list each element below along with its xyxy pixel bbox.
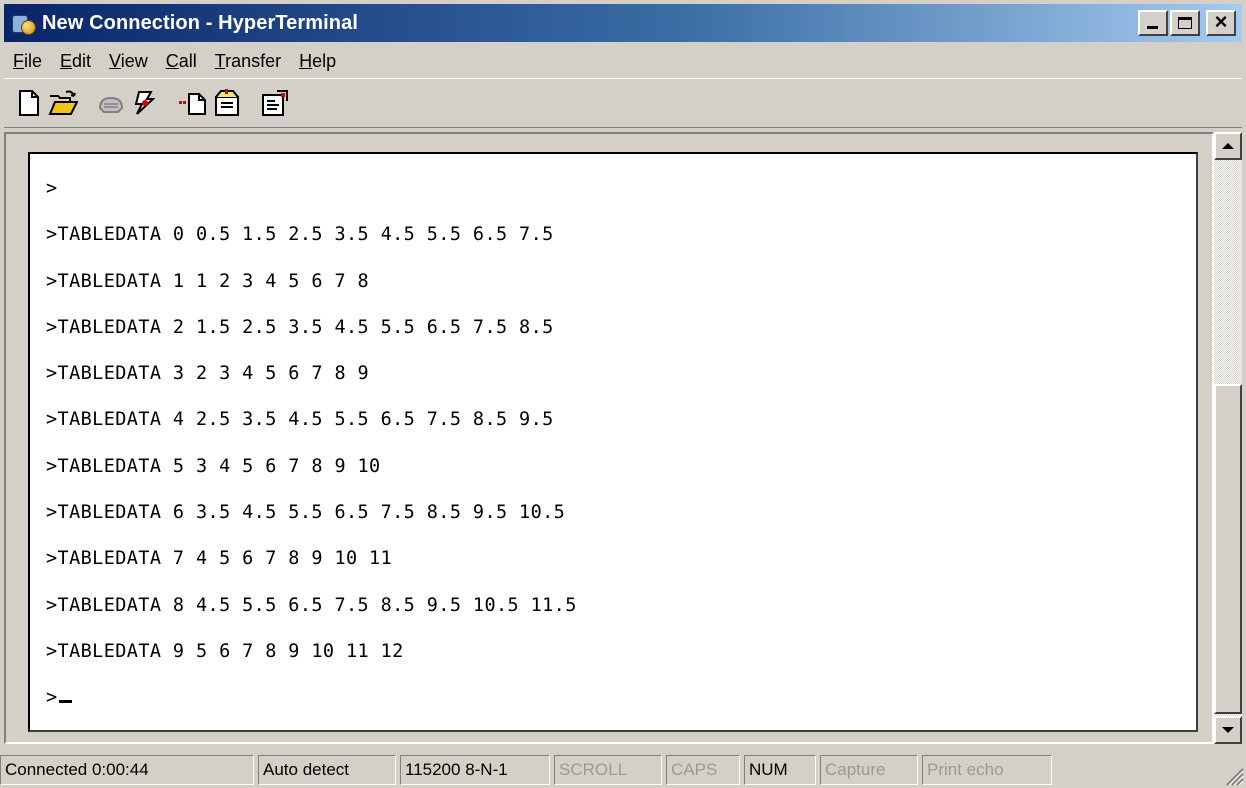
resize-grip-icon[interactable] [1222,764,1244,786]
terminal-output: > >TABLEDATA 0 0.5 1.5 2.5 3.5 4.5 5.5 6… [46,166,577,722]
send-icon [179,93,206,115]
menu-bar: File Edit View Call Transfer Help [4,44,345,78]
menu-file-accel: F [13,50,24,71]
menu-edit[interactable]: Edit [51,51,100,72]
menu-transfer-label: ransfer [225,50,282,71]
terminal-line: > [46,178,58,199]
scroll-thumb[interactable] [1214,384,1242,714]
hyperterminal-app-icon[interactable] [12,11,36,35]
new-connection-button[interactable] [12,86,46,120]
minimize-button[interactable] [1138,10,1168,36]
text-cursor [58,700,72,704]
terminal-line: >TABLEDATA 7 4 5 6 7 8 9 10 11 [46,548,393,570]
open-icon [48,90,78,115]
title-bar[interactable]: New Connection - HyperTerminal × [4,4,1242,42]
status-connected: Connected 0:00:44 [0,755,254,785]
properties-icon [262,90,288,116]
menu-help-accel: H [299,50,313,71]
maximize-icon [1178,17,1192,29]
menu-file[interactable]: File [4,51,51,72]
terminal-line: >TABLEDATA 8 4.5 5.5 6.5 7.5 8.5 9.5 10.… [46,594,577,616]
status-port-settings: 115200 8-N-1 [400,755,550,785]
menu-file-label: ile [24,50,43,71]
menu-view[interactable]: View [100,51,157,72]
terminal-line: >TABLEDATA 9 5 6 7 8 9 10 11 12 [46,640,404,662]
scroll-down-button[interactable] [1214,716,1242,744]
arrow-down-icon [1222,727,1234,733]
status-scroll: SCROLL [554,755,662,785]
hyperterminal-window: New Connection - HyperTerminal × File Ed… [0,0,1246,788]
terminal-line: >TABLEDATA 0 0.5 1.5 2.5 3.5 4.5 5.5 6.5… [46,224,554,246]
terminal-line: >TABLEDATA 3 2 3 4 5 6 7 8 9 [46,363,370,385]
disconnect-button[interactable] [128,86,162,120]
status-detect: Auto detect [258,755,396,785]
terminal-line: >TABLEDATA 2 1.5 2.5 3.5 4.5 5.5 6.5 7.5… [46,316,554,338]
menu-help[interactable]: Help [290,51,345,72]
status-bar: Connected 0:00:44 Auto detect 115200 8-N… [0,752,1246,788]
terminal-line: >TABLEDATA 5 3 4 5 6 7 8 9 10 [46,455,381,477]
terminal-line: >TABLEDATA 6 3.5 4.5 5.5 6.5 7.5 8.5 9.5… [46,502,566,524]
menu-call-label: all [178,50,197,71]
menu-help-label: elp [312,50,337,71]
call-icon [98,96,124,113]
menu-view-accel: V [109,50,121,71]
receive-icon [215,89,239,116]
status-num: NUM [744,755,816,785]
receive-button[interactable] [210,86,244,120]
open-button[interactable] [46,86,80,120]
terminal-line: >TABLEDATA 1 1 2 3 4 5 6 7 8 [46,270,370,292]
window-title: New Connection - HyperTerminal [42,11,359,34]
close-button[interactable]: × [1206,10,1236,36]
properties-button[interactable] [258,86,292,120]
send-button[interactable] [176,86,210,120]
call-button[interactable] [94,86,128,120]
menu-transfer[interactable]: Transfer [206,51,290,72]
terminal-prompt: > [46,687,58,709]
menu-view-label: iew [120,50,148,71]
menu-call[interactable]: Call [157,51,206,72]
status-caps: CAPS [666,755,740,785]
terminal-line: >TABLEDATA 4 2.5 3.5 4.5 5.5 6.5 7.5 8.5… [46,409,554,431]
status-capture: Capture [820,755,918,785]
menu-transfer-accel: T [214,50,226,71]
new-icon [19,90,39,116]
menu-edit-accel: E [60,50,73,71]
arrow-up-icon [1222,143,1234,149]
terminal-prompt-line: > [46,675,577,721]
scroll-up-button[interactable] [1214,132,1242,160]
toolbar [4,78,1242,128]
disconnect-icon [134,91,156,115]
vertical-scrollbar[interactable] [1214,132,1242,744]
close-icon: × [1214,9,1228,34]
menu-call-accel: C [165,50,179,71]
menu-edit-label: dit [72,50,92,71]
status-print-echo: Print echo [922,755,1052,785]
terminal-screen[interactable]: > >TABLEDATA 0 0.5 1.5 2.5 3.5 4.5 5.5 6… [28,152,1198,732]
minimize-icon [1147,26,1158,29]
maximize-button[interactable] [1170,10,1200,36]
